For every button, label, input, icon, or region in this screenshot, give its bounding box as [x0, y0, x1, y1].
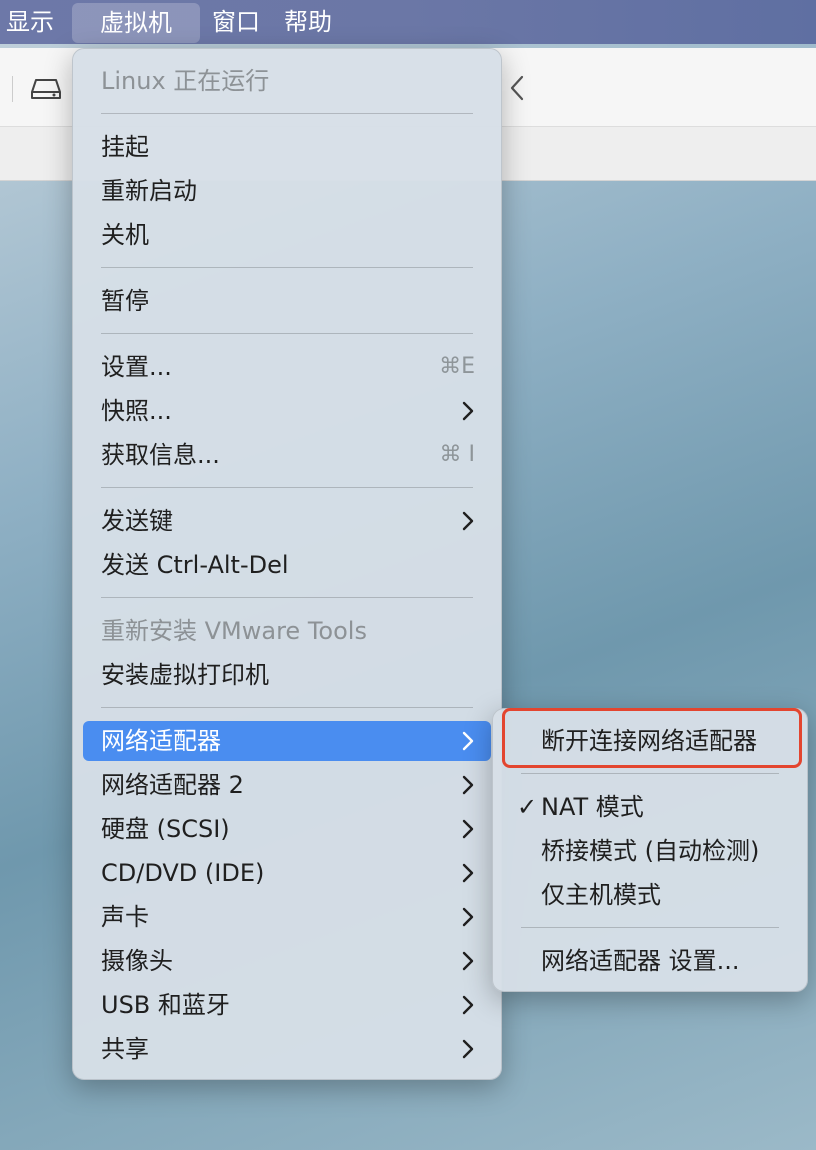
menu-item-get-info[interactable]: 获取信息... ⌘ I	[83, 435, 491, 475]
menu-separator	[101, 597, 473, 598]
get-info-shortcut: ⌘ I	[439, 442, 475, 467]
menu-item-restart[interactable]: 重新启动	[83, 171, 491, 211]
menu-item-camera[interactable]: 摄像头	[83, 941, 491, 981]
menu-separator	[101, 707, 473, 708]
toolbar-divider	[12, 76, 13, 102]
menu-item-network-adapter-2[interactable]: 网络适配器 2	[83, 765, 491, 805]
menu-item-status: Linux 正在运行	[101, 67, 270, 95]
menubar-item-window[interactable]: 窗口	[200, 0, 272, 44]
menu-separator	[521, 773, 779, 774]
menubar-item-help[interactable]: 帮助	[272, 0, 344, 44]
menu-item-usb-bluetooth[interactable]: USB 和蓝牙	[83, 985, 491, 1025]
submenu-item-nat-mode[interactable]: ✓ NAT 模式	[503, 787, 797, 827]
chevron-right-icon	[462, 819, 474, 839]
menu-item-install-virtual-printer[interactable]: 安装虚拟打印机	[83, 655, 491, 695]
menu-separator	[101, 113, 473, 114]
menu-item-network-adapter[interactable]: 网络适配器	[83, 721, 491, 761]
hard-drive-icon[interactable]	[30, 76, 62, 102]
menu-item-pause[interactable]: 暂停	[83, 281, 491, 321]
highlight-annotation-box	[502, 708, 802, 768]
chevron-right-icon	[462, 863, 474, 883]
menu-item-snapshot[interactable]: 快照...	[83, 391, 491, 431]
chevron-right-icon	[462, 731, 474, 751]
back-chevron-icon[interactable]	[506, 74, 528, 102]
menu-item-send-ctrl-alt-del[interactable]: 发送 Ctrl-Alt-Del	[83, 545, 491, 585]
submenu-item-host-only-mode[interactable]: 仅主机模式	[503, 875, 797, 915]
chevron-right-icon	[462, 775, 474, 795]
menu-item-hard-disk[interactable]: 硬盘 (SCSI)	[83, 809, 491, 849]
menu-item-sound-card[interactable]: 声卡	[83, 897, 491, 937]
menubar-item-virtual-machine[interactable]: 虚拟机	[72, 3, 200, 43]
virtual-machine-menu: Linux 正在运行 挂起 重新启动 关机 暂停 设置... ⌘E 快照... …	[72, 48, 502, 1080]
menu-item-reinstall-vmware-tools: 重新安装 VMware Tools	[101, 617, 367, 645]
chevron-right-icon	[462, 1039, 474, 1059]
checkmark-icon: ✓	[517, 793, 538, 821]
menu-separator	[101, 267, 473, 268]
settings-shortcut: ⌘E	[439, 354, 475, 379]
menu-separator	[101, 333, 473, 334]
chevron-right-icon	[462, 951, 474, 971]
menu-item-suspend[interactable]: 挂起	[83, 127, 491, 167]
chevron-right-icon	[462, 995, 474, 1015]
menu-item-settings[interactable]: 设置... ⌘E	[83, 347, 491, 387]
chevron-right-icon	[462, 907, 474, 927]
menubar-item-display[interactable]: 显示	[0, 0, 72, 44]
submenu-item-bridged-mode[interactable]: 桥接模式 (自动检测)	[503, 831, 797, 871]
menu-separator	[521, 927, 779, 928]
chevron-right-icon	[462, 511, 474, 531]
submenu-item-network-adapter-settings[interactable]: 网络适配器 设置...	[503, 941, 797, 981]
menu-item-cd-dvd[interactable]: CD/DVD (IDE)	[83, 853, 491, 893]
menu-bar: 显示 虚拟机 窗口 帮助	[0, 0, 816, 44]
menu-separator	[101, 487, 473, 488]
menu-item-send-key[interactable]: 发送键	[83, 501, 491, 541]
menu-item-shutdown[interactable]: 关机	[83, 215, 491, 255]
chevron-right-icon	[462, 401, 474, 421]
menu-item-sharing[interactable]: 共享	[83, 1029, 491, 1069]
